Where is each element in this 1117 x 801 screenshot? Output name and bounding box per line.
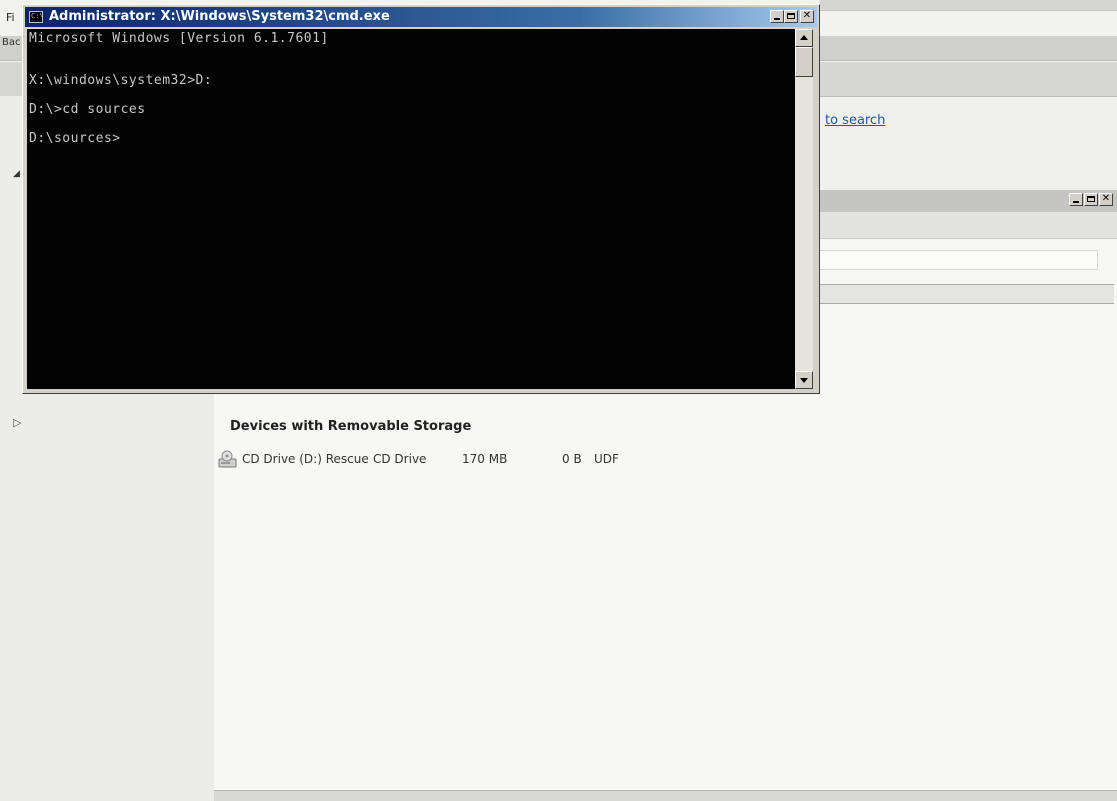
device-type: CD Drive: [373, 452, 427, 466]
minimize-icon[interactable]: [1069, 193, 1083, 206]
scroll-down-icon[interactable]: [795, 371, 813, 389]
search-input[interactable]: [814, 250, 1098, 270]
close-icon[interactable]: ✕: [800, 10, 814, 23]
close-icon[interactable]: ✕: [1099, 193, 1113, 206]
vertical-scrollbar[interactable]: [795, 29, 813, 389]
cmd-titlebar[interactable]: C:\ Administrator: X:\Windows\System32\c…: [25, 7, 817, 27]
window-top-strip: [820, 0, 1117, 11]
status-bar: [214, 790, 1117, 801]
console-prompt: D:\sources>: [29, 131, 121, 146]
scroll-thumb[interactable]: [795, 47, 813, 77]
tree-collapsed-arrow-icon[interactable]: ▷: [13, 416, 21, 429]
console-line: X:\windows\system32>D:: [29, 73, 213, 88]
device-name: CD Drive (D:) Rescue: [242, 452, 369, 466]
menu-file[interactable]: Fi: [6, 11, 15, 24]
scroll-up-icon[interactable]: [795, 29, 813, 47]
maximize-icon[interactable]: [1084, 193, 1098, 206]
device-total-size: 170 MB: [462, 452, 508, 466]
console-line: D:\>cd sources: [29, 102, 146, 117]
cmd-app-icon[interactable]: C:\: [29, 11, 44, 23]
console-output[interactable]: Microsoft Windows [Version 6.1.7601] X:\…: [27, 29, 795, 389]
cmd-window[interactable]: C:\ Administrator: X:\Windows\System32\c…: [22, 4, 820, 394]
back-button[interactable]: Bac: [2, 37, 21, 48]
section-title: Devices with Removable Storage: [230, 419, 472, 434]
search-link[interactable]: to search: [825, 113, 885, 128]
device-free-space: 0 B: [562, 452, 582, 466]
window-controls: ✕: [770, 10, 814, 23]
cd-drive-icon: [218, 450, 238, 470]
console-line: Microsoft Windows [Version 6.1.7601]: [29, 31, 329, 46]
window-controls: ✕: [1069, 193, 1113, 206]
device-file-system: UDF: [594, 452, 619, 466]
tree-expand-arrow-icon[interactable]: ◢: [13, 169, 20, 179]
list-item[interactable]: CD Drive (D:) Rescue CD Drive 170 MB 0 B…: [218, 450, 638, 470]
maximize-icon[interactable]: [784, 10, 798, 23]
minimize-icon[interactable]: [770, 10, 784, 23]
window-title: Administrator: X:\Windows\System32\cmd.e…: [49, 9, 390, 24]
